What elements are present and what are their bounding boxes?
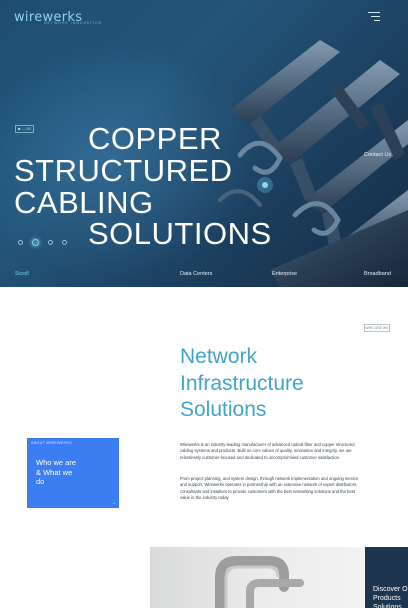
nav-enterprise[interactable]: Enterprise [272, 271, 297, 277]
about-card-text: Who we are & What we do [36, 458, 77, 486]
section-tag: WHO ARE WE [364, 324, 390, 332]
hero-headline-line-2: STRUCTURED [14, 153, 233, 188]
cable-hook-product-image [215, 556, 304, 608]
hamburger-menu-icon[interactable] [368, 12, 380, 21]
discover-products-text: Discover O Products Solutions [373, 586, 408, 608]
section-title-line-3: Solutions [180, 398, 267, 421]
about-section: WHO ARE WE Network Infrastructure Soluti… [0, 287, 408, 608]
slider-dot-4[interactable] [62, 240, 67, 245]
scroll-link[interactable]: Scroll [15, 271, 29, 277]
slider-dot-1[interactable] [18, 240, 23, 245]
arrow-right-icon: → [111, 500, 116, 506]
contact-us-link[interactable]: Contact Us [364, 152, 391, 158]
discover-products-panel[interactable]: Discover O Products Solutions [365, 547, 408, 608]
nav-broadband[interactable]: Broadband [364, 271, 391, 277]
about-paragraph-1: Wirewerks is an industry-leading manufac… [180, 442, 355, 460]
hero-headline-line-1: COPPER [88, 121, 222, 156]
product-image [150, 547, 365, 608]
hero-headline-line-3: CABLING [14, 185, 154, 220]
slide-counter: ■ — 02 [15, 125, 34, 133]
about-card[interactable]: ABOUT WIREWERKS Who we are & What we do … [27, 438, 119, 508]
section-title-line-2: Infrastructure [180, 372, 304, 395]
about-card-label: ABOUT WIREWERKS [31, 441, 72, 445]
hero-headline-line-4: SOLUTIONS [88, 216, 272, 251]
nav-data-centers[interactable]: Data Centers [180, 271, 212, 277]
slider-dots [18, 239, 67, 246]
logo-tagline: NETWORK INNOVATION [44, 21, 103, 25]
section-title-line-1: Network [180, 345, 258, 368]
slider-dot-2[interactable] [32, 239, 39, 246]
hero-section: wirewerks NETWORK INNOVATION ■ — 02 COPP… [0, 0, 408, 287]
slider-dot-3[interactable] [48, 240, 53, 245]
about-paragraph-2: From project planning, and system design… [180, 476, 359, 500]
